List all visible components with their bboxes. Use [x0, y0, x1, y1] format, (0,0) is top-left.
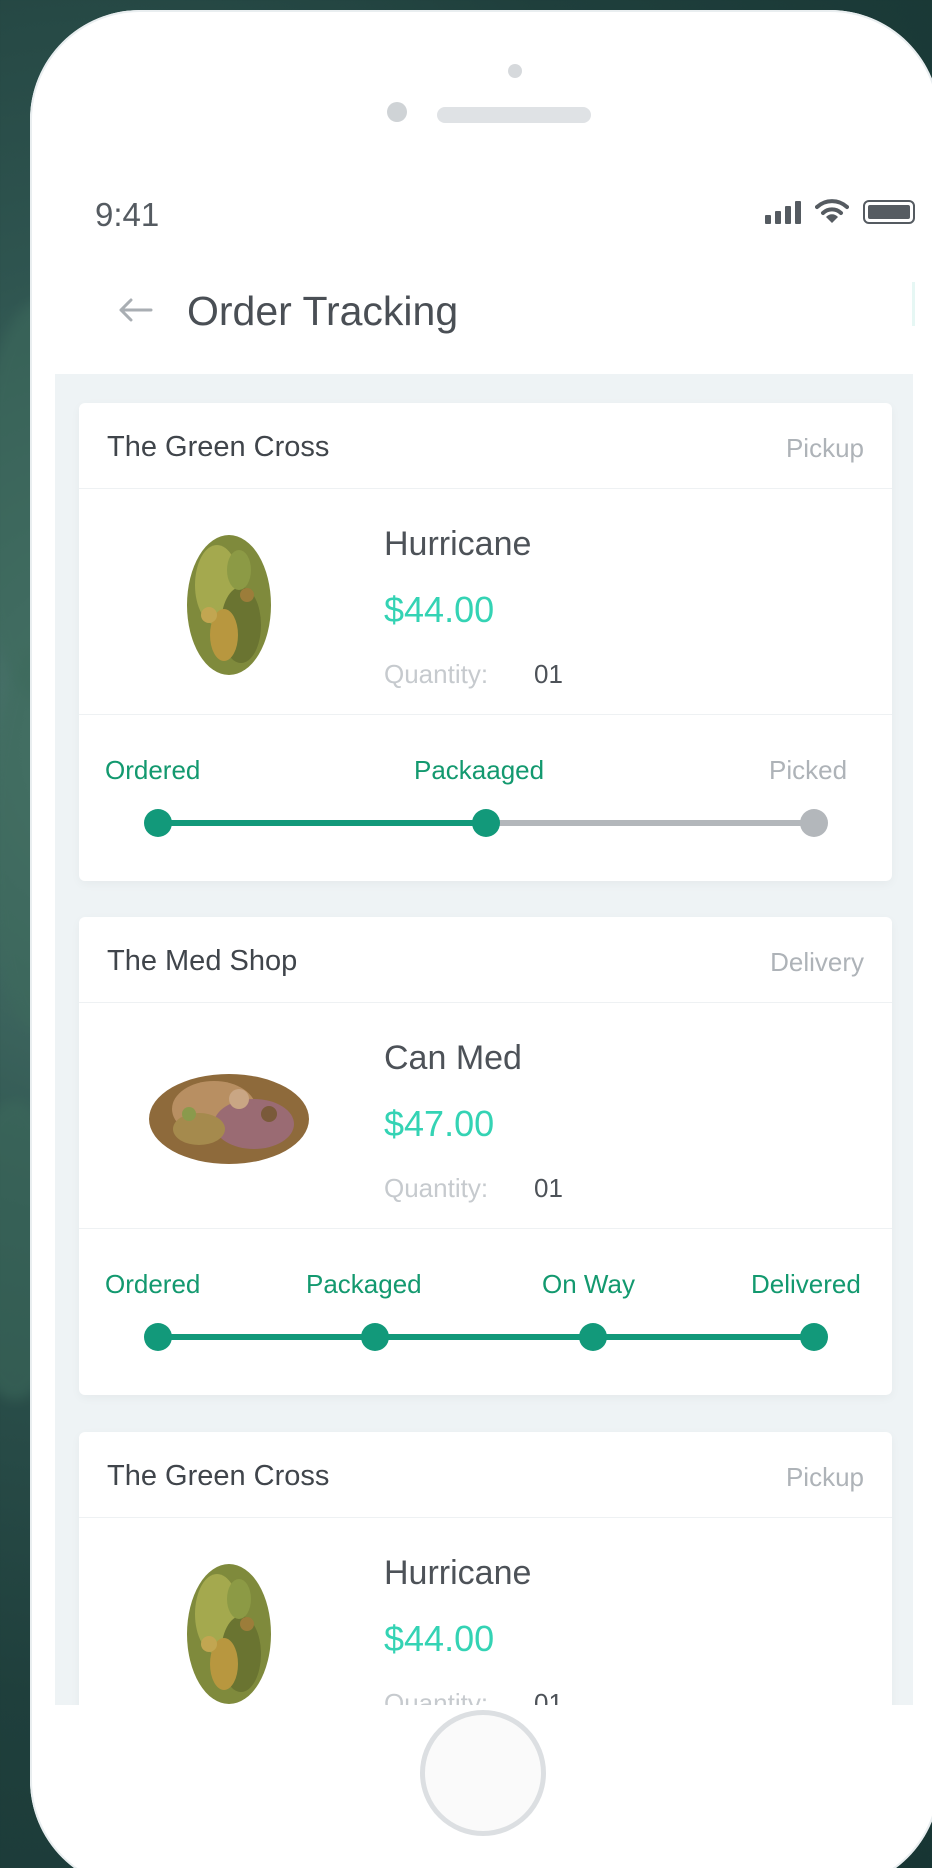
- step-label-picked: Picked: [769, 755, 848, 785]
- product-name: Hurricane: [384, 525, 532, 563]
- step-label-ordered: Ordered: [105, 755, 201, 785]
- sensor-dot: [508, 64, 522, 78]
- quantity-value: 01: [534, 659, 563, 689]
- quantity-label: Quantity:: [384, 659, 489, 689]
- order-progress-tracker: Ordered Packaaged Picked: [79, 715, 892, 881]
- order-mode: Pickup: [785, 433, 864, 463]
- step-dot-picked: [800, 809, 828, 837]
- wifi-icon: [815, 199, 849, 223]
- step-label-delivered: Delivered: [751, 1269, 861, 1299]
- app-header: Order Tracking: [55, 272, 915, 352]
- step-dot-ordered: [144, 1323, 172, 1351]
- order-product: Hurricane $44.00 Quantity: 01: [79, 1518, 892, 1705]
- order-product: Can Med $47.00 Quantity: 01: [79, 1003, 892, 1229]
- front-camera: [387, 102, 407, 122]
- step-label-packaged: Packaaged: [414, 755, 545, 785]
- progress-line-pending: [486, 820, 814, 826]
- battery-icon: [863, 200, 915, 224]
- quantity-value: 01: [534, 1173, 563, 1203]
- product-price: $44.00: [384, 589, 495, 630]
- page-title: Order Tracking: [187, 288, 459, 334]
- status-bar: 9:41: [55, 190, 915, 250]
- progress-line-complete: [158, 1334, 814, 1340]
- product-image: [187, 535, 271, 675]
- order-card[interactable]: The Green Cross Pickup Hurricane $44.00 …: [79, 403, 892, 881]
- shop-name: The Green Cross: [107, 1460, 330, 1492]
- quantity-label: Quantity:: [384, 1688, 489, 1705]
- order-product: Hurricane $44.00 Quantity: 01: [79, 489, 892, 715]
- order-card-header: The Med Shop Delivery: [79, 917, 892, 1003]
- back-arrow-icon[interactable]: [115, 290, 155, 330]
- header-accent: [912, 282, 915, 326]
- product-price: $47.00: [384, 1103, 495, 1144]
- status-time: 9:41: [95, 196, 160, 233]
- shop-name: The Green Cross: [107, 431, 330, 463]
- app-screen: 9:41 Order Tracking The Green Cross Pick…: [55, 190, 915, 1705]
- step-dot-packaged: [361, 1323, 389, 1351]
- quantity-value: 01: [534, 1688, 563, 1705]
- step-label-ordered: Ordered: [105, 1269, 201, 1299]
- order-progress-tracker: Ordered Packaged On Way Delivered: [79, 1229, 892, 1395]
- home-button[interactable]: [420, 1710, 546, 1836]
- cellular-signal-icon: [765, 200, 801, 224]
- quantity-label: Quantity:: [384, 1173, 489, 1203]
- shop-name: The Med Shop: [107, 945, 298, 977]
- order-list: The Green Cross Pickup Hurricane $44.00 …: [55, 374, 913, 1705]
- order-card-header: The Green Cross Pickup: [79, 403, 892, 489]
- order-mode: Delivery: [770, 947, 864, 977]
- step-dot-packaged: [472, 809, 500, 837]
- order-mode: Pickup: [785, 1462, 864, 1492]
- progress-line-complete: [158, 820, 486, 826]
- step-dot-delivered: [800, 1323, 828, 1351]
- step-label-packaged: Packaged: [306, 1269, 422, 1299]
- step-dot-on-way: [579, 1323, 607, 1351]
- order-card-header: The Green Cross Pickup: [79, 1432, 892, 1518]
- product-name: Hurricane: [384, 1554, 532, 1592]
- product-image: [149, 1074, 309, 1164]
- product-name: Can Med: [384, 1039, 522, 1077]
- step-label-on-way: On Way: [542, 1269, 635, 1299]
- earpiece-speaker: [437, 107, 591, 123]
- order-card[interactable]: The Med Shop Delivery Can Med $47.00 Qua…: [79, 917, 892, 1395]
- order-card[interactable]: The Green Cross Pickup Hurricane $44.00 …: [79, 1432, 892, 1705]
- step-dot-ordered: [144, 809, 172, 837]
- product-price: $44.00: [384, 1618, 495, 1659]
- product-image: [187, 1564, 271, 1704]
